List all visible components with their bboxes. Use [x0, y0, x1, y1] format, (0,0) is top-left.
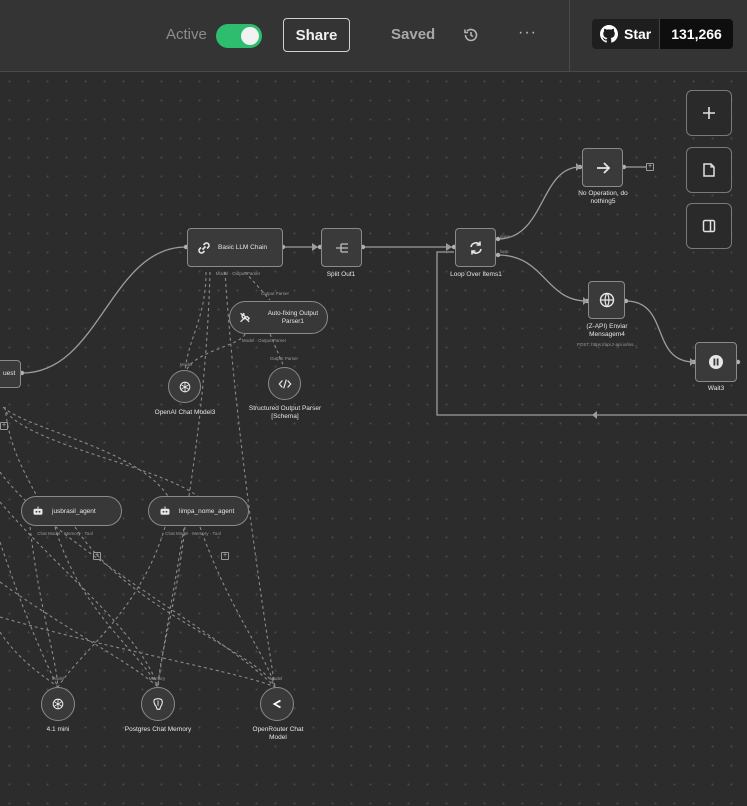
- jusbrasil-agent-ports: Chat Model · Memory · Tool: [37, 531, 93, 536]
- pause-icon: [709, 355, 723, 369]
- saved-status: Saved: [391, 26, 436, 43]
- loop-done-port: done: [500, 234, 511, 239]
- structured-output-parser-label: Structured Output Parser [Schema]: [248, 405, 322, 421]
- structured-output-parser-node[interactable]: [268, 367, 301, 400]
- globe-icon: [599, 292, 614, 308]
- more-options-icon[interactable]: ···: [518, 24, 537, 42]
- limpa-add-tool[interactable]: +: [221, 552, 229, 560]
- zapi-send-label: (Z-API) Enviar Mensagem4: [586, 323, 628, 339]
- robot-icon: [33, 506, 43, 515]
- workflow-canvas[interactable]: uest + Basic LLM Chain Model · Output Pa…: [0, 72, 747, 806]
- limpa-nome-agent-node[interactable]: limpa_nome_agent: [148, 496, 249, 526]
- conn-chain-openrouter: [224, 271, 276, 688]
- github-star-button[interactable]: Star 131,266: [592, 19, 733, 49]
- wait-node[interactable]: [695, 342, 737, 382]
- split-out-node[interactable]: [321, 228, 362, 267]
- zapi-send-node[interactable]: [588, 281, 625, 319]
- basic-llm-chain-ports: Model · Output Parser: [215, 271, 261, 276]
- conn-request-to-chain: [21, 246, 187, 374]
- basic-llm-chain-node[interactable]: Basic LLM Chain: [187, 228, 283, 267]
- link-icon: [198, 241, 210, 254]
- github-star-label: Star: [624, 26, 652, 42]
- basic-llm-chain-label: Basic LLM Chain: [218, 244, 268, 251]
- jusbrasil-add-tool[interactable]: +: [93, 552, 101, 560]
- toggle-knob: [241, 27, 259, 45]
- header-divider: [569, 0, 570, 72]
- zoom-in-button[interactable]: [686, 90, 732, 136]
- active-toggle[interactable]: [216, 24, 262, 48]
- split-icon: [335, 242, 348, 253]
- jusbrasil-agent-label: jusbrasil_agent: [52, 507, 96, 515]
- auto-fixing-label: Auto-fixing Output Parser1: [267, 309, 319, 325]
- loop-over-items-label: Loop Over Items1: [450, 271, 502, 278]
- code-icon: [277, 378, 292, 389]
- auto-fixing-top-port: Output Parser: [260, 291, 289, 296]
- arrow-right-icon: [596, 161, 610, 174]
- openai-icon: [52, 698, 64, 710]
- openrouter-top-port: Model: [269, 676, 283, 681]
- github-icon: [600, 25, 618, 43]
- limpa-nome-agent-ports: Chat Model · Memory · Tool: [165, 531, 221, 536]
- active-label: Active: [166, 26, 207, 43]
- gpt41mini-node[interactable]: [41, 687, 75, 721]
- no-operation-label: No Operation, do nothing5: [578, 190, 628, 206]
- sticky-note-button[interactable]: [686, 147, 732, 193]
- toggle-panel-button[interactable]: [686, 203, 732, 249]
- openrouter-model-label: OpenRouter Chat Model: [252, 726, 304, 742]
- limpa-nome-agent-label: limpa_nome_agent: [179, 507, 235, 515]
- wait-label: Wait3: [707, 385, 725, 392]
- jusbrasil-agent-node[interactable]: jusbrasil_agent: [21, 496, 122, 526]
- openai-chat-model-node[interactable]: [168, 370, 201, 403]
- postgres-memory-node[interactable]: [141, 687, 175, 721]
- request-node-label: uest: [3, 370, 16, 377]
- gpt41mini-top-port: Model: [51, 676, 65, 681]
- loop-loop-port: loop: [500, 249, 509, 254]
- postgres-top-port: Memory: [148, 676, 166, 681]
- request-node[interactable]: uest: [0, 360, 21, 388]
- plus-icon: [703, 107, 715, 119]
- openai-chat-model-label: OpenAI Chat Model3: [154, 409, 216, 416]
- add-node-plus[interactable]: +: [0, 422, 8, 430]
- postgres-memory-label: Postgres Chat Memory: [124, 726, 192, 733]
- workflow-editor: Active Share Saved ··· Star 131,266 uest…: [0, 0, 747, 806]
- tools-icon: [240, 312, 251, 323]
- auto-fixing-parser-node[interactable]: Auto-fixing Output Parser1: [229, 301, 328, 334]
- panel-icon: [702, 219, 716, 233]
- github-star-count: 131,266: [660, 19, 733, 49]
- auto-fixing-ports: Model · Output Parser: [241, 338, 287, 343]
- note-icon: [703, 163, 715, 177]
- loop-over-items-node[interactable]: [455, 228, 496, 267]
- no-operation-node[interactable]: [582, 148, 623, 187]
- openai-icon: [179, 381, 190, 392]
- openrouter-icon: [272, 699, 281, 709]
- connections: [0, 163, 747, 688]
- openrouter-model-node[interactable]: [260, 687, 294, 721]
- top-bar: Active Share Saved ··· Star 131,266: [0, 0, 747, 72]
- gpt41mini-label: 4.1 mini: [46, 726, 70, 733]
- postgres-icon: [153, 698, 163, 710]
- zapi-send-subtitle: POST: https://api.z-api.io/ins...: [576, 342, 638, 347]
- share-button[interactable]: Share: [283, 18, 350, 52]
- openai-model-top-port: Model: [179, 362, 193, 367]
- structured-parser-top-port: Output Parser: [269, 356, 298, 361]
- loop-icon: [469, 241, 482, 254]
- split-out-label: Split Out1: [326, 271, 356, 278]
- robot-icon: [160, 506, 170, 515]
- history-icon[interactable]: [462, 26, 480, 44]
- add-after-noop[interactable]: +: [646, 163, 654, 171]
